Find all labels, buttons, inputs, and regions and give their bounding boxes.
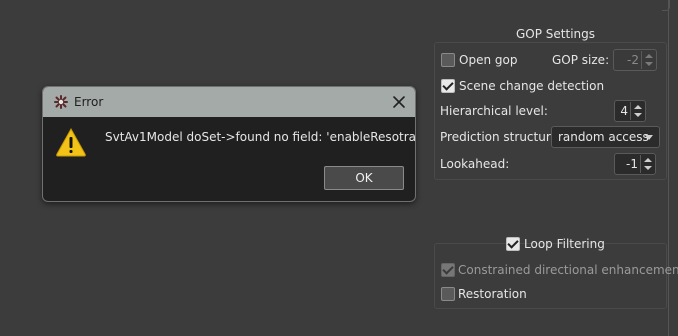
- prediction-structure-value: random access: [558, 130, 649, 144]
- chevron-down-icon: [645, 135, 653, 140]
- spin-up-icon[interactable]: [644, 158, 652, 162]
- spin-down-icon[interactable]: [634, 113, 642, 117]
- error-message: SvtAv1Model doSet->found no field: 'enab…: [105, 130, 416, 144]
- restoration-checkbox[interactable]: [441, 287, 455, 301]
- panel-divider-top: [662, 0, 670, 11]
- gop-size-arrows[interactable]: [641, 51, 655, 69]
- prediction-structure-label: Prediction structure:: [440, 130, 562, 144]
- error-dialog: Error SvtAv1Model doSet->found no field:…: [42, 86, 416, 202]
- gop-settings-title: GOP Settings: [516, 27, 596, 41]
- cde-label: Constrained directional enhancement: [458, 263, 678, 277]
- scene-change-checkbox[interactable]: [441, 79, 455, 93]
- dialog-title: Error: [74, 95, 104, 109]
- scene-change-label: Scene change detection: [459, 79, 605, 93]
- open-gop-label: Open gop: [459, 53, 518, 67]
- lookahead-value: -1: [626, 157, 638, 171]
- spin-up-icon[interactable]: [645, 54, 653, 58]
- spin-down-icon[interactable]: [645, 62, 653, 66]
- gop-size-value: -2: [627, 53, 639, 67]
- dialog-titlebar: Error: [43, 87, 415, 117]
- spin-down-icon[interactable]: [644, 166, 652, 170]
- cde-checkbox[interactable]: [441, 263, 455, 277]
- hierarchical-level-spinbox[interactable]: 4: [614, 100, 646, 122]
- hierarchical-arrows[interactable]: [630, 102, 644, 120]
- lookahead-arrows[interactable]: [640, 155, 654, 173]
- prediction-structure-dropdown[interactable]: random access: [551, 126, 660, 148]
- restoration-label: Restoration: [458, 287, 527, 301]
- hierarchical-level-label: Hierarchical level:: [440, 104, 548, 118]
- panel-divider: [668, 0, 669, 336]
- lookahead-label: Lookahead:: [440, 157, 510, 171]
- gop-size-label: GOP size:: [552, 53, 610, 67]
- close-icon[interactable]: [391, 94, 407, 110]
- open-gop-checkbox[interactable]: [441, 53, 455, 67]
- loop-filtering-checkbox[interactable]: [506, 237, 520, 251]
- lookahead-spinbox[interactable]: -1: [614, 153, 656, 175]
- spin-up-icon[interactable]: [634, 105, 642, 109]
- loop-filtering-label: Loop Filtering: [524, 237, 605, 251]
- warning-icon: [55, 127, 87, 157]
- app-logo-icon: [53, 94, 69, 110]
- ok-button[interactable]: OK: [324, 166, 404, 190]
- hierarchical-level-value: 4: [620, 104, 628, 118]
- gop-size-spinbox[interactable]: -2: [613, 49, 657, 71]
